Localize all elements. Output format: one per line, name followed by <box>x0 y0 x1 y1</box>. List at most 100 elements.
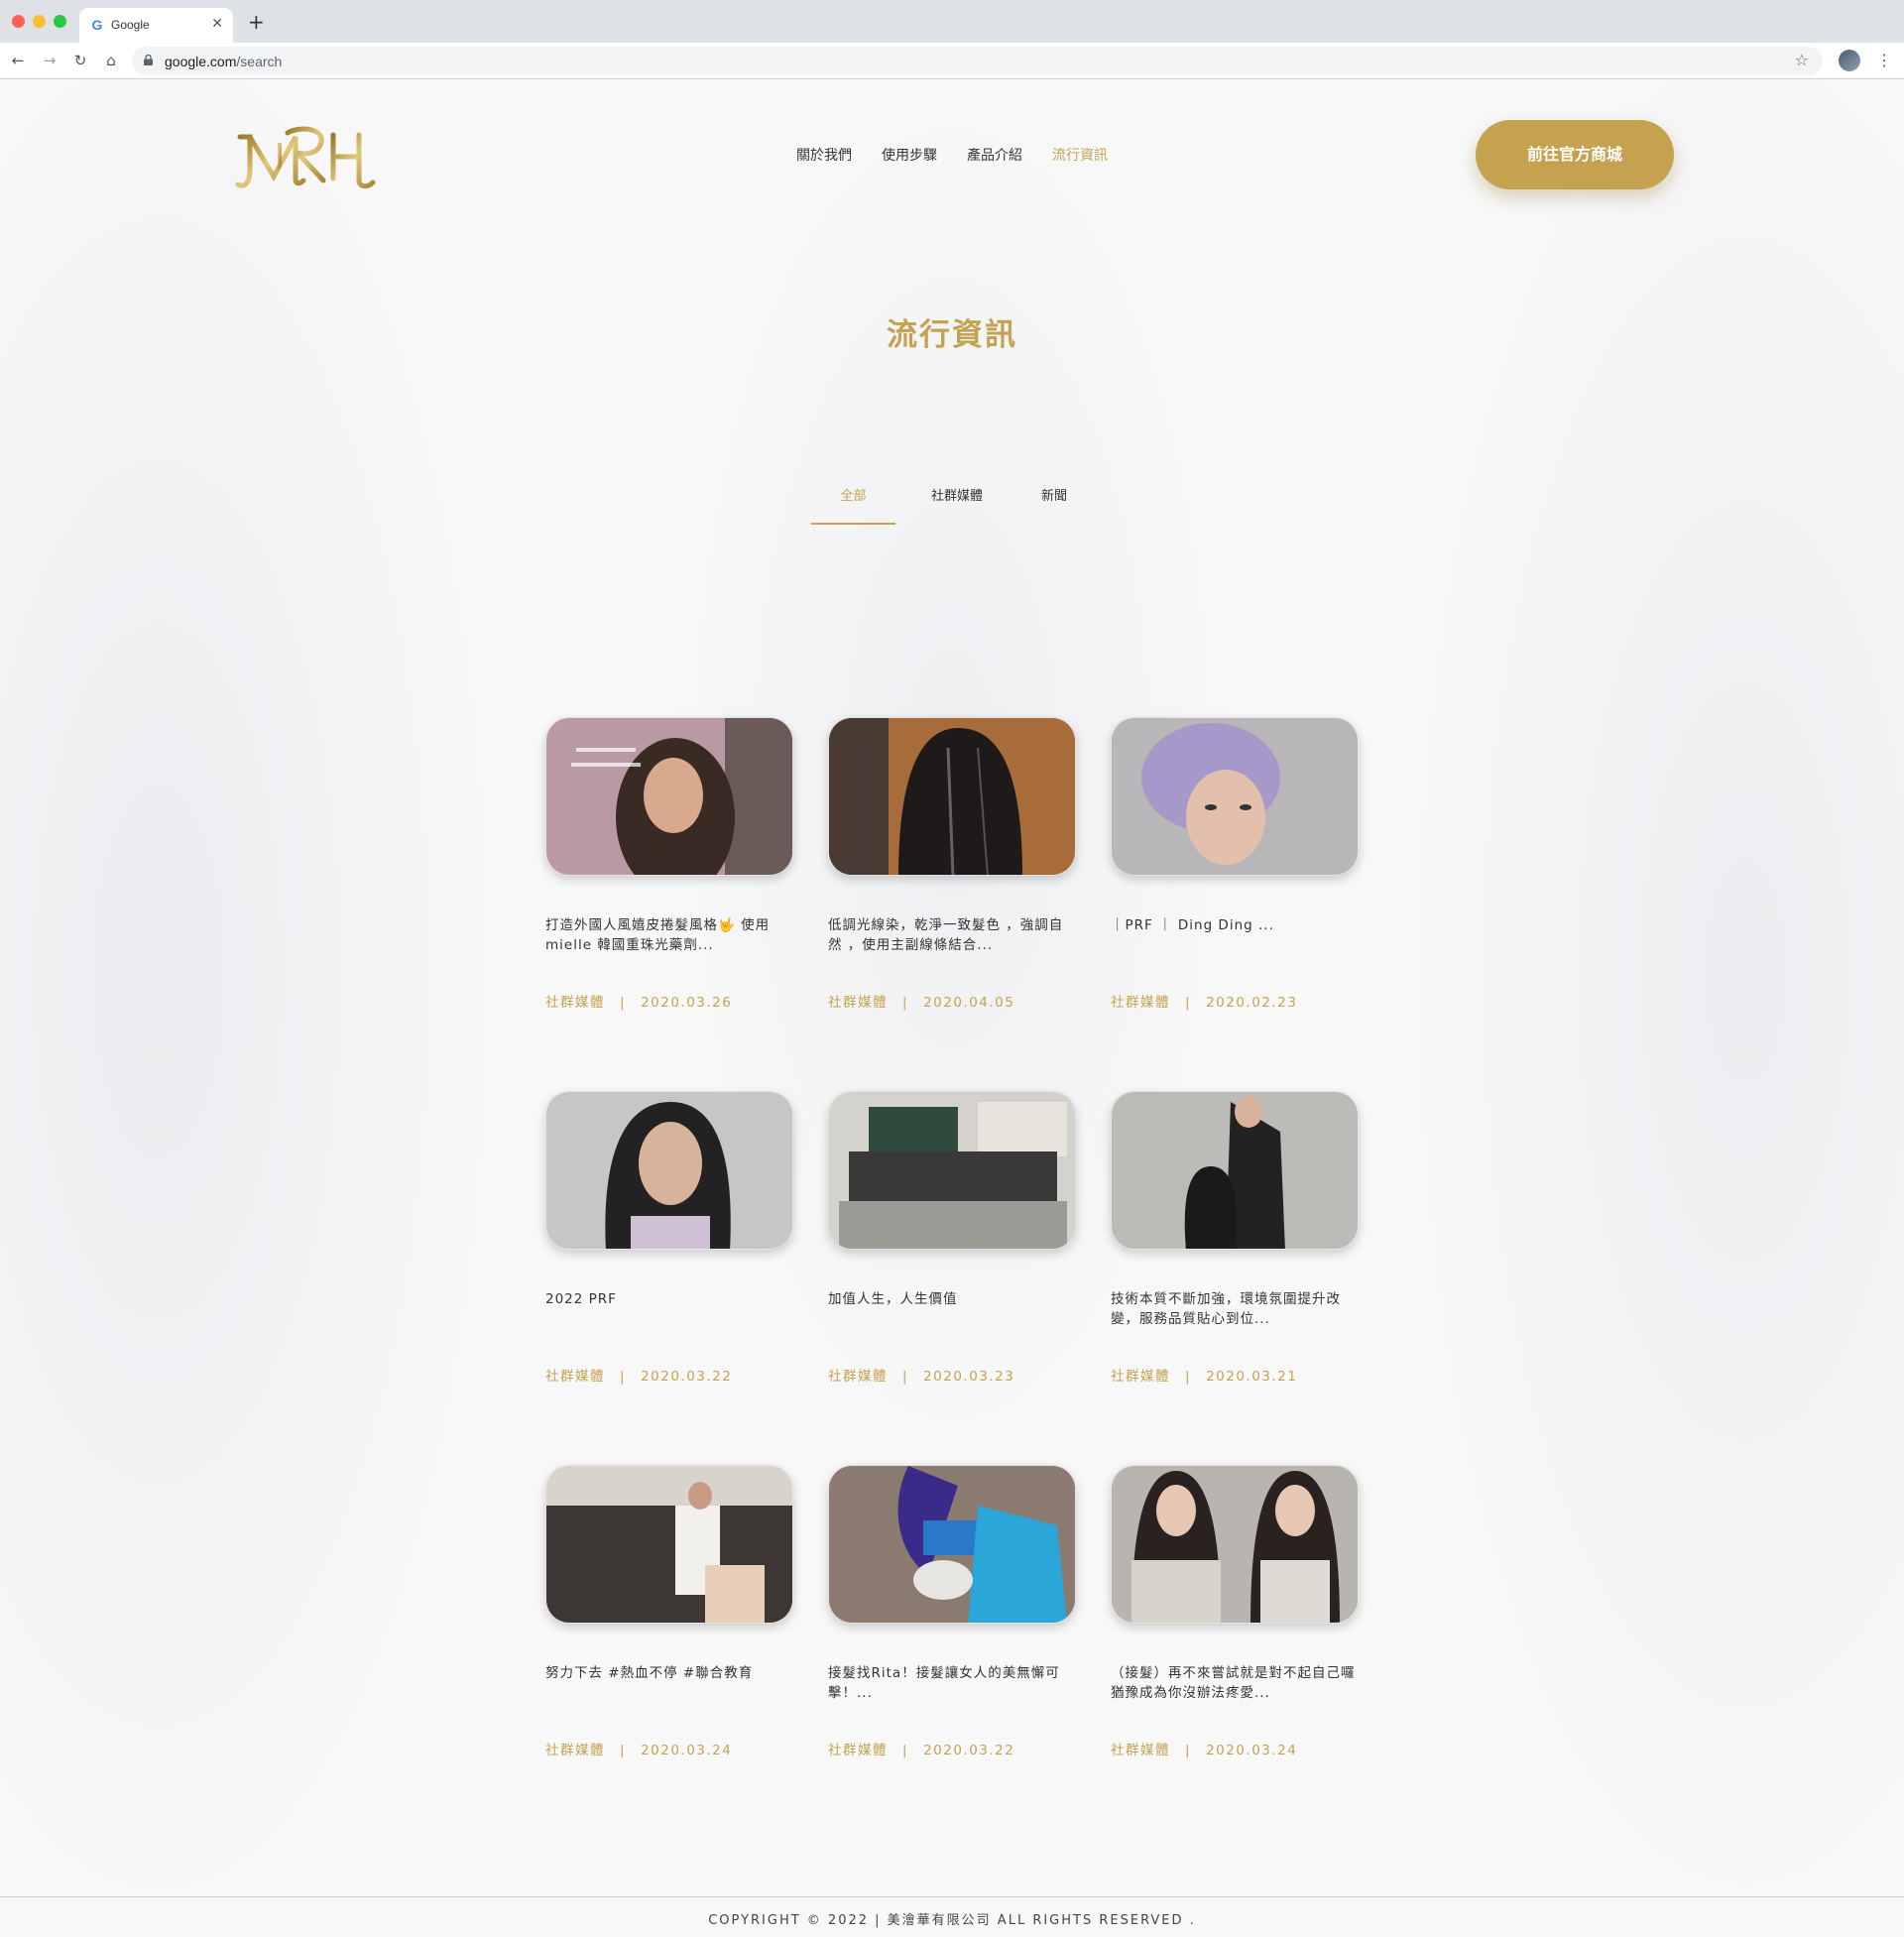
post-excerpt: （接髮）再不來嘗試就是對不起自己囉 猶豫成為你沒辦法疼愛... <box>1111 1665 1356 1701</box>
tab-social-media[interactable]: 社群媒體 <box>908 483 1006 525</box>
back-arrow-icon[interactable]: ← <box>8 51 28 70</box>
post-category: 社群媒體 <box>1111 1743 1170 1758</box>
official-store-button[interactable]: 前往官方商城 <box>1476 120 1674 189</box>
more-menu-icon[interactable]: ⋮ <box>1876 51 1892 69</box>
meta-separator: | <box>620 1743 627 1758</box>
main-nav: 關於我們 使用步驟 產品介紹 流行資訊 <box>796 145 1108 169</box>
post-date: 2020.03.26 <box>641 995 733 1011</box>
home-icon[interactable]: ⌂ <box>101 51 121 70</box>
post-excerpt: 低調光線染，乾淨一致髮色 ，強調自然 ，使用主副線條結合... <box>828 917 1064 953</box>
post-meta: 社群媒體 | 2020.03.24 <box>1111 1739 1359 1758</box>
mrh-logo[interactable] <box>230 119 379 198</box>
post-thumbnail[interactable] <box>828 717 1076 876</box>
forward-arrow-icon[interactable]: → <box>40 51 60 70</box>
post-card[interactable]: 加值人生，人生價值 社群媒體 | 2020.03.23 <box>828 1091 1076 1385</box>
meta-separator: | <box>902 995 909 1011</box>
post-card[interactable]: 打造外國人風嬉皮捲髮風格🤟 使用mielle 韓國重珠光藥劑... 社群媒體 | 2… <box>545 717 793 1011</box>
post-image <box>1112 1092 1358 1249</box>
post-thumbnail[interactable] <box>828 1465 1076 1624</box>
address-bar[interactable]: google.com/search ☆ <box>132 47 1823 75</box>
post-category: 社群媒體 <box>545 1369 605 1385</box>
post-image <box>829 1466 1075 1623</box>
copyright-text: COPYRIGHT © 2022 | 美澮華有限公司 ALL RIGHTS RE… <box>708 1913 1196 1928</box>
post-thumbnail[interactable] <box>1111 717 1359 876</box>
bookmark-star-icon[interactable]: ☆ <box>1795 51 1809 69</box>
post-excerpt: 2022 PRF <box>545 1291 617 1307</box>
post-thumbnail[interactable] <box>545 1091 793 1250</box>
browser-tab-bar: G Google ✕ + <box>0 0 1904 43</box>
browser-toolbar: ← → ↻ ⌂ google.com/search ☆ ⋮ <box>0 43 1904 79</box>
tab-title: Google <box>111 18 150 32</box>
url-text: google.com/search <box>165 54 282 69</box>
post-date: 2020.04.05 <box>923 995 1015 1011</box>
post-card[interactable]: 2022 PRF 社群媒體 | 2020.03.22 <box>545 1091 793 1385</box>
filter-tabs: 全部 社群媒體 新聞 <box>811 483 1103 525</box>
post-card[interactable]: 努力下去 #熱血不停 #聯合教育 社群媒體 | 2020.03.24 <box>545 1465 793 1758</box>
post-image <box>546 1466 792 1623</box>
tab-all[interactable]: 全部 <box>811 483 895 525</box>
post-date: 2020.03.24 <box>641 1743 733 1758</box>
nav-item-about[interactable]: 關於我們 <box>796 145 852 169</box>
post-meta: 社群媒體 | 2020.03.22 <box>545 1365 793 1385</box>
post-category: 社群媒體 <box>828 1369 888 1385</box>
tab-news[interactable]: 新聞 <box>1006 483 1103 525</box>
meta-separator: | <box>1185 1369 1192 1385</box>
url-path: /search <box>236 54 283 69</box>
post-image <box>546 1092 792 1249</box>
post-meta: 社群媒體 | 2020.03.23 <box>828 1365 1076 1385</box>
post-meta: 社群媒體 | 2020.03.21 <box>1111 1365 1359 1385</box>
post-card[interactable]: 技術本質不斷加強，環境氛圍提升改變，服務品質貼心到位... 社群媒體 | 2020.… <box>1111 1091 1359 1385</box>
meta-separator: | <box>902 1743 909 1758</box>
footer: COPYRIGHT © 2022 | 美澮華有限公司 ALL RIGHTS RE… <box>0 1896 1904 1937</box>
post-thumbnail[interactable] <box>545 717 793 876</box>
post-category: 社群媒體 <box>828 995 888 1011</box>
close-window-button[interactable] <box>12 15 25 28</box>
google-favicon-icon: G <box>91 17 103 33</box>
browser-tab[interactable]: G Google ✕ <box>79 8 233 43</box>
lock-icon <box>144 55 153 65</box>
post-category: 社群媒體 <box>828 1743 888 1758</box>
post-card[interactable]: （接髮）再不來嘗試就是對不起自己囉 猶豫成為你沒辦法疼愛... 社群媒體 | 202… <box>1111 1465 1359 1758</box>
post-category: 社群媒體 <box>545 1743 605 1758</box>
post-card[interactable]: 接髮找Rita！接髮讓女人的美無懈可擊！... 社群媒體 | 2020.03.22 <box>828 1465 1076 1758</box>
post-date: 2020.03.22 <box>923 1743 1015 1758</box>
post-thumbnail[interactable] <box>545 1465 793 1624</box>
post-category: 社群媒體 <box>1111 995 1170 1011</box>
meta-separator: | <box>902 1369 909 1385</box>
post-excerpt: 打造外國人風嬉皮捲髮風格🤟 使用mielle 韓國重珠光藥劑... <box>545 917 771 953</box>
meta-separator: | <box>1185 995 1192 1011</box>
nav-item-products[interactable]: 產品介紹 <box>967 145 1022 169</box>
post-date: 2020.03.24 <box>1206 1743 1298 1758</box>
post-image <box>1112 1466 1358 1623</box>
post-card[interactable]: ｜PRF ｜ Ding Ding ... 社群媒體 | 2020.02.23 <box>1111 717 1359 1011</box>
post-meta: 社群媒體 | 2020.03.24 <box>545 1739 793 1758</box>
post-image <box>546 718 792 875</box>
post-thumbnail[interactable] <box>828 1091 1076 1250</box>
url-host: google.com <box>165 54 237 69</box>
nav-item-steps[interactable]: 使用步驟 <box>882 145 937 169</box>
page-title: 流行資訊 <box>887 317 1017 353</box>
reload-icon[interactable]: ↻ <box>70 51 90 70</box>
post-date: 2020.03.23 <box>923 1369 1015 1385</box>
post-date: 2020.03.21 <box>1206 1369 1298 1385</box>
post-thumbnail[interactable] <box>1111 1465 1359 1624</box>
meta-separator: | <box>620 1369 627 1385</box>
post-category: 社群媒體 <box>1111 1369 1170 1385</box>
nav-item-trends[interactable]: 流行資訊 <box>1052 145 1108 169</box>
close-tab-icon[interactable]: ✕ <box>211 16 223 32</box>
post-excerpt: 努力下去 #熱血不停 #聯合教育 <box>545 1665 754 1681</box>
post-image <box>829 718 1075 875</box>
post-meta: 社群媒體 | 2020.03.22 <box>828 1739 1076 1758</box>
post-category: 社群媒體 <box>545 995 605 1011</box>
minimize-window-button[interactable] <box>33 15 46 28</box>
post-date: 2020.03.22 <box>641 1369 733 1385</box>
maximize-window-button[interactable] <box>54 15 66 28</box>
post-card[interactable]: 低調光線染，乾淨一致髮色 ，強調自然 ，使用主副線條結合... 社群媒體 | 202… <box>828 717 1076 1011</box>
post-meta: 社群媒體 | 2020.04.05 <box>828 991 1076 1011</box>
profile-avatar[interactable] <box>1839 50 1860 71</box>
post-image <box>829 1092 1075 1249</box>
new-tab-icon[interactable]: + <box>248 10 265 34</box>
post-excerpt: 技術本質不斷加強，環境氛圍提升改變，服務品質貼心到位... <box>1111 1291 1341 1327</box>
post-thumbnail[interactable] <box>1111 1091 1359 1250</box>
meta-separator: | <box>1185 1743 1192 1758</box>
